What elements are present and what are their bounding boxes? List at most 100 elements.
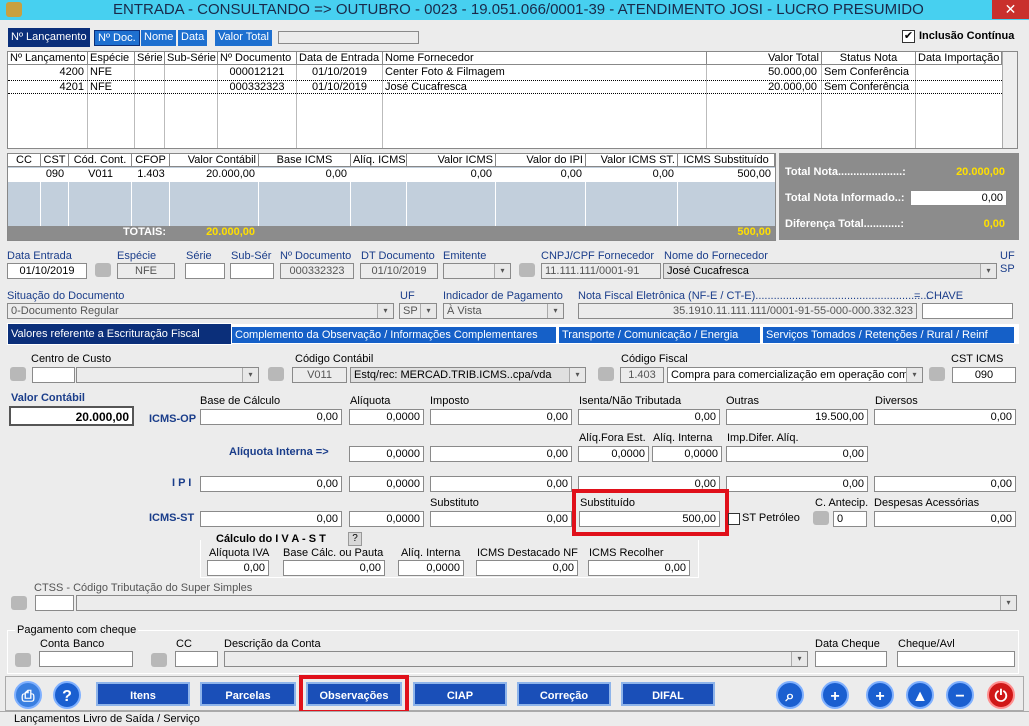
help-circle-icon[interactable]: ? [53,681,81,709]
table-row[interactable]: 4200 NFE 000012121 01/10/2019 Center Fot… [8,66,1002,80]
aliq-iva-input[interactable]: 0,00 [207,560,269,576]
situacao-select[interactable]: 0-Documento Regular ▾ [7,303,394,319]
isenta-input[interactable]: 0,00 [578,409,720,425]
chevron-down-icon[interactable]: ▾ [547,304,563,318]
cheque-avl-input[interactable] [897,651,1015,667]
print-icon[interactable]: ⎙ [14,681,42,709]
diversos-input[interactable]: 0,00 [874,409,1016,425]
search-supplier-icon[interactable] [519,263,535,277]
items-table[interactable]: CC CST Cód. Cont. CFOP Valor Contábil Ba… [7,153,776,241]
up-icon[interactable]: ▲ [906,681,934,709]
aliq-fora-input[interactable]: 0,0000 [578,446,649,462]
subserie-input[interactable] [230,263,274,279]
substituto-input[interactable]: 0,00 [430,511,572,527]
icms-destacado-input[interactable]: 0,00 [476,560,578,576]
tab-transporte[interactable]: Transporte / Comunicação / Energia [558,326,761,344]
desp-acess-input[interactable]: 0,00 [874,511,1016,527]
chevron-down-icon[interactable]: ▾ [906,368,922,382]
ai-imposto-input[interactable]: 0,00 [430,446,572,462]
chevron-down-icon[interactable]: ▾ [377,304,393,318]
ipi-diversos-input[interactable]: 0,00 [874,476,1016,492]
imposto-input[interactable]: 0,00 [430,409,572,425]
cod-fiscal-input[interactable]: 1.403 [620,367,664,383]
tab-complemento-observacao[interactable]: Complemento da Observação / Informações … [231,326,557,344]
cst-search-icon[interactable] [929,367,945,381]
table-row[interactable]: 090 V011 1.403 20.000,00 0,00 0,00 0,00 … [8,168,775,182]
base-calc-input[interactable]: 0,00 [200,409,342,425]
ctss-search-icon[interactable] [11,596,27,610]
aliq-interna-input[interactable]: 0,0000 [652,446,722,462]
c-antecip-input[interactable]: 0 [833,511,867,527]
cnpj-input[interactable]: 11.111.111/0001-91 [541,263,661,279]
nome-select[interactable]: José Cucafresca ▾ [663,263,997,279]
ciap-button[interactable]: CIAP [413,682,507,706]
chevron-down-icon[interactable]: ▾ [980,264,996,278]
ctss-input[interactable] [35,595,74,611]
calendar-icon[interactable] [95,263,111,277]
especie-input[interactable]: NFE [117,263,175,279]
correcao-button[interactable]: Correção [517,682,611,706]
add-search-icon[interactable]: + [821,681,849,709]
centro-custo-input[interactable] [32,367,75,383]
aliq-interna2-input[interactable]: 0,0000 [398,560,464,576]
centro-custo-select[interactable]: ▾ [76,367,259,383]
chevron-down-icon[interactable]: ▾ [494,264,510,278]
chevron-down-icon[interactable]: ▾ [569,368,585,382]
cod-contabil-search-icon[interactable] [268,367,284,381]
search-input[interactable] [278,31,419,44]
cod-fiscal-search-icon[interactable] [598,367,614,381]
ndoc-input[interactable]: 000332323 [280,263,354,279]
c-antecip-search-icon[interactable] [813,511,829,525]
ai-aliquota-input[interactable]: 0,0000 [349,446,424,462]
st-aliquota-input[interactable]: 0,0000 [349,511,424,527]
itens-button[interactable]: Itens [96,682,190,706]
tab-servicos-tomados[interactable]: Serviços Tomados / Retenções / Rural / R… [762,326,1015,344]
ctss-select[interactable]: ▾ [76,595,1017,611]
tab-escrituracao-fiscal[interactable]: Valores referente a Escrituração Fiscal [7,323,232,345]
ipi-outras-input[interactable]: 0,00 [726,476,868,492]
st-petroleo-checkbox[interactable] [728,513,740,525]
tab-nome[interactable]: Nome [141,30,177,46]
tab-n-doc[interactable]: Nº Doc. [94,30,140,46]
chave-input[interactable] [922,303,1013,319]
close-button[interactable]: ✕ [992,0,1029,19]
ipi-aliquota-input[interactable]: 0,0000 [349,476,424,492]
valor-contabil-input[interactable]: 20.000,00 [9,406,134,426]
tab-data[interactable]: Data [178,30,208,46]
cc-search-icon[interactable] [151,653,167,667]
cc-input[interactable] [175,651,218,667]
chevron-down-icon[interactable]: ▾ [242,368,258,382]
st-base-input[interactable]: 0,00 [200,511,342,527]
serie-input[interactable] [185,263,225,279]
emitente-select[interactable]: ▾ [443,263,511,279]
data-cheque-input[interactable] [815,651,887,667]
indicador-select[interactable]: À Vista ▾ [443,303,564,319]
documents-table[interactable]: Nº Lançamento Espécie Série Sub-Série Nº… [7,51,1018,149]
cod-contabil-select[interactable]: Estq/rec: MERCAD.TRIB.ICMS..cpa/vda ▾ [350,367,586,383]
conta-input[interactable] [39,651,133,667]
chevron-down-icon[interactable]: ▾ [1000,596,1016,610]
tab-n-lancamento[interactable]: Nº Lançamento [8,28,90,47]
ipi-imposto-input[interactable]: 0,00 [430,476,572,492]
imp-difer-input[interactable]: 0,00 [726,446,868,462]
data-entrada-input[interactable]: 01/10/2019 [7,263,87,279]
power-icon[interactable]: ⏻ [987,681,1015,709]
difal-button[interactable]: DIFAL [621,682,715,706]
nfe-input[interactable]: 35.1910.11.111.111/0001-91-55-000-000.33… [578,303,917,319]
table-row-selected[interactable]: 4201 NFE 000332323 01/10/2019 José Cucaf… [8,80,1002,94]
help-icon[interactable]: ? [348,532,362,546]
table-scrollbar[interactable] [1002,52,1017,148]
add-icon[interactable]: + [866,681,894,709]
centro-custo-search-icon[interactable] [10,367,26,381]
tab-valor-total[interactable]: Valor Total [215,30,272,46]
desc-conta-select[interactable]: ▾ [224,651,808,667]
uf2-select[interactable]: SP ▾ [399,303,437,319]
base-pauta-input[interactable]: 0,00 [283,560,385,576]
chevron-down-icon[interactable]: ▾ [420,304,436,318]
search-icon[interactable]: ⌕ [776,681,804,709]
ipi-base-input[interactable]: 0,00 [200,476,342,492]
cod-fiscal-select[interactable]: Compra para comercialização em operação … [667,367,923,383]
cst-input[interactable]: 090 [952,367,1016,383]
inclusao-checkbox[interactable]: ✔ [902,30,915,43]
icms-recolher-input[interactable]: 0,00 [588,560,690,576]
